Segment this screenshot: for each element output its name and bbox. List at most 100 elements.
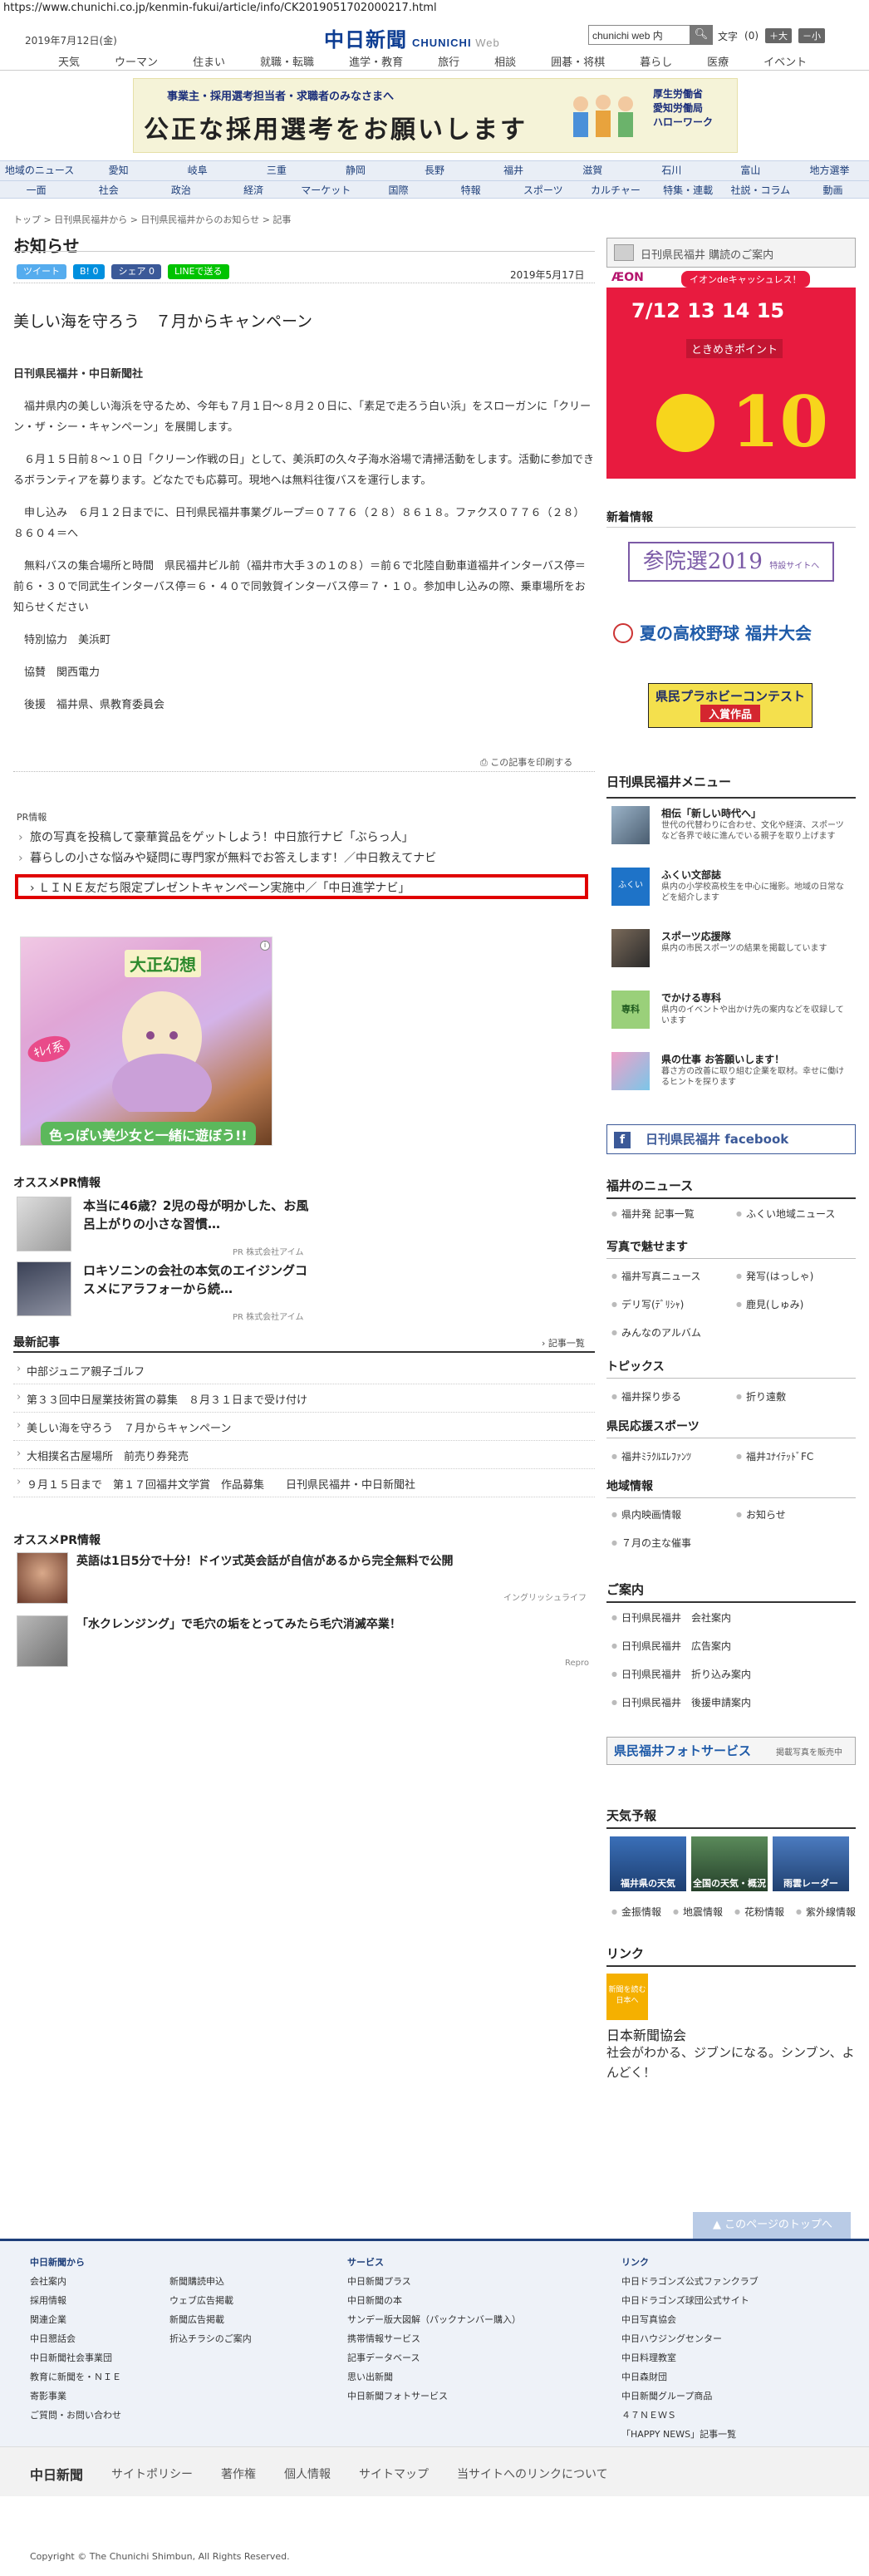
- photo-service-banner[interactable]: 県民福井フォトサービス 掲載写真を販売中: [606, 1737, 856, 1765]
- category-item[interactable]: 地方選挙: [790, 161, 869, 179]
- pr-link[interactable]: 旅の写真を投稿して豪華賞品をゲットしよう！中日旅行ナビ「ぶらっ人」: [18, 828, 436, 848]
- footer-link[interactable]: 記事データベース: [347, 2348, 521, 2367]
- top-nav-item[interactable]: 相談: [477, 53, 533, 69]
- sidebar-link[interactable]: 福井探り歩る: [611, 1389, 681, 1404]
- recommend-card[interactable]: 本当に46歳？2児の母が明かした、お風呂上がりの小さな習慣… PR 株式会社アイ…: [13, 1197, 312, 1263]
- plamo-banner[interactable]: 県民プラホビーコンテスト 入賞作品: [648, 683, 813, 728]
- back-to-top-button[interactable]: ▲ このページのトップへ: [693, 2212, 851, 2239]
- sidebar-link[interactable]: 日刊県民福井 広告案内: [611, 1639, 731, 1653]
- footer-link[interactable]: 中日写真協会: [621, 2310, 759, 2329]
- sidebar-link[interactable]: 折り遠敷: [736, 1389, 786, 1404]
- category-item[interactable]: 特報: [434, 181, 507, 199]
- category-item[interactable]: 政治: [145, 181, 217, 199]
- category-item[interactable]: 愛知: [79, 161, 158, 179]
- sidebar-link[interactable]: 県内映画情報: [611, 1507, 681, 1522]
- top-nav-item[interactable]: 旅行: [420, 53, 477, 69]
- site-logo[interactable]: 中日新聞 CHUNICHI Web: [324, 23, 500, 52]
- font-bigger-button[interactable]: ＋大: [765, 28, 793, 43]
- recommend-card[interactable]: 「水クレンジング」で毛穴の垢をとってみたら毛穴消滅卒業！ Repro: [13, 1615, 595, 1668]
- footer-link[interactable]: 中日新聞フォトサービス: [347, 2387, 521, 2406]
- footer-bar-link[interactable]: 個人情報: [284, 2465, 331, 2482]
- top-nav-item[interactable]: イベント: [746, 53, 824, 69]
- footer-link[interactable]: 中日ドラゴンズ球団公式サイト: [621, 2291, 759, 2310]
- sidebar-link[interactable]: みんなのアルバム: [611, 1325, 701, 1340]
- facebook-share-button[interactable]: シェア 0: [111, 264, 161, 279]
- weather-fukui-button[interactable]: 福井県の天気: [610, 1836, 686, 1891]
- sidebar-link[interactable]: 日刊県民福井 折り込み案内: [611, 1667, 751, 1681]
- footer-link[interactable]: 新聞購読申込: [169, 2272, 252, 2291]
- sidebar-link[interactable]: 紫外線情報: [796, 1905, 856, 1919]
- facebook-banner[interactable]: f 日刊県民福井 facebook: [606, 1124, 856, 1154]
- font-smaller-button[interactable]: －小: [798, 28, 826, 43]
- menu-item[interactable]: 相伝「新しい時代へ」 世代の代替わりに合わせ、文化や経済、スポーツなど各界で岐に…: [611, 806, 852, 856]
- footer-link[interactable]: 中日ハウジングセンター: [621, 2329, 759, 2348]
- footer-link[interactable]: 寄影事業: [30, 2387, 121, 2406]
- footer-link[interactable]: 会社案内: [30, 2272, 121, 2291]
- latest-item[interactable]: 第３３回中日屋業技術賞の募集 ８月３１日まで受け付け: [13, 1384, 595, 1413]
- baseball-banner[interactable]: 夏の高校野球 福井大会: [611, 615, 852, 651]
- sidebar-link[interactable]: 福井ﾐﾗｸﾙｴﾚﾌｧﾝﾂ: [611, 1449, 691, 1463]
- top-nav-item[interactable]: 囲碁・将棋: [533, 53, 622, 69]
- ad-info-icon[interactable]: i: [260, 941, 270, 951]
- aeon-ad[interactable]: ÆON イオンdeキャッシュレス！ 7/12 13 14 15 ときめきポイント…: [606, 269, 856, 479]
- sidebar-link[interactable]: 福井写真ニュース: [611, 1269, 700, 1283]
- category-item[interactable]: 一面: [0, 181, 72, 199]
- search-icon[interactable]: 🔍︎: [690, 25, 713, 45]
- breadcrumb[interactable]: トップ > 日刊県民福井から > 日刊県民福井からのお知らせ > 記事: [13, 213, 291, 226]
- footer-link[interactable]: 中日新聞グループ商品: [621, 2387, 759, 2406]
- category-item[interactable]: 福井: [474, 161, 553, 179]
- footer-link[interactable]: 中日ドラゴンズ公式ファンクラブ: [621, 2272, 759, 2291]
- top-nav-item[interactable]: 就職・転職: [243, 53, 331, 69]
- category-item[interactable]: 動画: [797, 181, 869, 199]
- footer-link[interactable]: 中日料理教室: [621, 2348, 759, 2367]
- pressnet-badge[interactable]: 新聞を読む日本へ: [606, 1974, 648, 2020]
- category-item[interactable]: マーケット: [290, 181, 362, 199]
- footer-bar-link[interactable]: 当サイトへのリンクについて: [457, 2465, 608, 2482]
- line-share-button[interactable]: LINEで送る: [167, 264, 229, 279]
- pr-link-highlighted[interactable]: › ＬＩＮＥ友だち限定プレゼントキャンペーン実施中／「中日進学ナビ」: [30, 879, 410, 896]
- footer-link[interactable]: 中日森財団: [621, 2367, 759, 2387]
- sidebar-link[interactable]: 福井ﾕﾅｲﾃｯﾄﾞFC: [736, 1449, 813, 1463]
- recommend-card[interactable]: ロキソニンの会社の本気のエイジングコスメにアラフォーから続… PR 株式会社アイ…: [13, 1261, 312, 1328]
- menu-item[interactable]: 県の仕事 お答願いします！ 暮さ方の改善に取り組む企業を取材。幸せに働けるヒント…: [611, 1052, 852, 1102]
- category-item[interactable]: 特集・連載: [652, 181, 724, 199]
- sidebar-link[interactable]: ７月の主な催事: [611, 1536, 691, 1550]
- sidebar-link[interactable]: 鹿見(しゅみ): [736, 1297, 803, 1311]
- category-item[interactable]: 富山: [711, 161, 790, 179]
- footer-link[interactable]: 教育に新聞を・ＮＩＥ: [30, 2367, 121, 2387]
- latest-item[interactable]: 美しい海を守ろう ７月からキャンペーン: [13, 1413, 595, 1441]
- sidebar-link[interactable]: 福井発 記事一覧: [611, 1207, 695, 1221]
- sidebar-link[interactable]: 日刊県民福井 後援申請案内: [611, 1695, 751, 1709]
- category-item[interactable]: 岐阜: [158, 161, 237, 179]
- footer-link[interactable]: ウェブ広告掲載: [169, 2291, 252, 2310]
- footer-link[interactable]: サンデー版大図解（パックナンバー購入）: [347, 2310, 521, 2329]
- category-item[interactable]: 三重: [237, 161, 316, 179]
- pressnet-link[interactable]: 日本新聞協会: [606, 2024, 686, 2044]
- footer-link[interactable]: 「HAPPY NEWS」記事一覧: [621, 2425, 759, 2444]
- footer-logo[interactable]: 中日新聞: [30, 2464, 83, 2484]
- tweet-button[interactable]: ツイート: [17, 264, 66, 279]
- election-banner[interactable]: 参院選2019 特設サイトへ: [628, 542, 834, 582]
- category-item[interactable]: 地域のニュース: [0, 161, 79, 179]
- footer-link[interactable]: 中日新聞プラス: [347, 2272, 521, 2291]
- pr-link[interactable]: 暮らしの小さな悩みや疑問に専門家が無料でお答えします！／中日教えてナビ: [18, 848, 436, 869]
- banner-ad[interactable]: 事業主・採用選考担当者・求職者のみなさまへ 公正な採用選考をお願いします 厚生労…: [133, 78, 738, 153]
- footer-link[interactable]: 中日懇話会: [30, 2329, 121, 2348]
- latest-item[interactable]: 中部ジュニア親子ゴルフ: [13, 1356, 595, 1384]
- category-item[interactable]: カルチャー: [579, 181, 651, 199]
- footer-link[interactable]: 新聞広告掲載: [169, 2310, 252, 2329]
- game-ad[interactable]: 大正幻想 ｷﾚｲ系 色っぽい美少女と一緒に遊ぼう!! i: [20, 937, 272, 1146]
- sidebar-link[interactable]: 地震情報: [673, 1905, 723, 1919]
- latest-item[interactable]: 大相撲名古屋場所 前売り券発売: [13, 1441, 595, 1469]
- top-nav-item[interactable]: 医療: [690, 53, 746, 69]
- category-item[interactable]: 国際: [362, 181, 434, 199]
- footer-link[interactable]: 関連企業: [30, 2310, 121, 2329]
- menu-item[interactable]: 専科 でかける専科 県内のイベントや出かけ先の案内などを収録しています: [611, 991, 852, 1040]
- sidebar-link[interactable]: ふくい地域ニュース: [736, 1207, 835, 1221]
- category-item[interactable]: 経済: [218, 181, 290, 199]
- footer-bar-link[interactable]: サイトポリシー: [111, 2465, 193, 2482]
- sidebar-link[interactable]: 発写(はっしゃ): [736, 1269, 813, 1283]
- weather-national-button[interactable]: 全国の天気・概況: [691, 1836, 768, 1891]
- footer-link[interactable]: 折込チラシのご案内: [169, 2329, 252, 2348]
- sidebar-link[interactable]: 日刊県民福井 会社案内: [611, 1610, 731, 1625]
